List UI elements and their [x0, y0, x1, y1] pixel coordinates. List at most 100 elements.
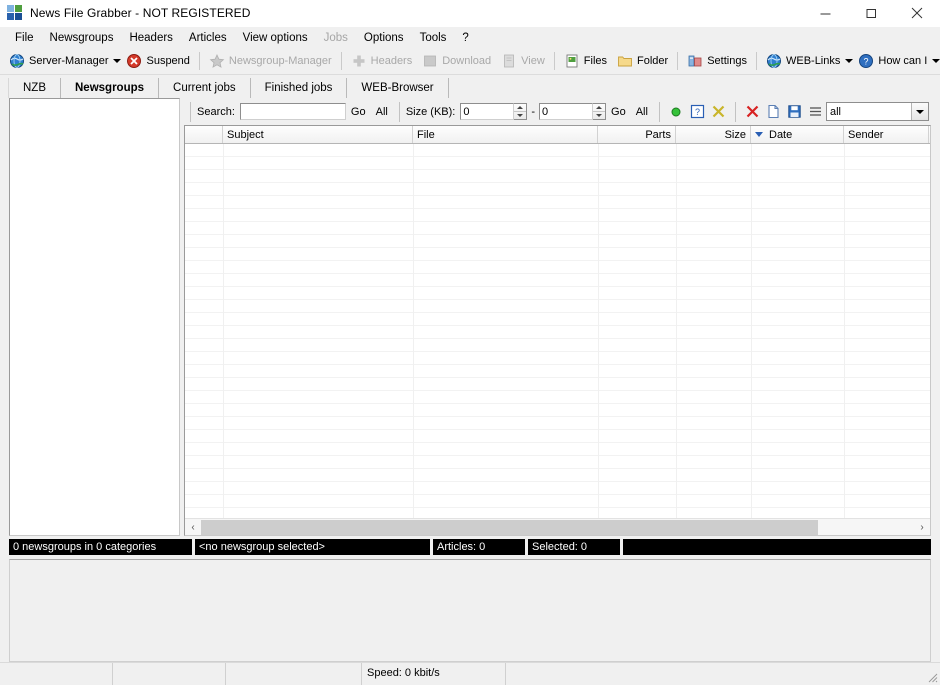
- server-manager-dropdown-arrow[interactable]: [113, 51, 122, 71]
- globe-icon: [9, 53, 25, 69]
- size-max-spin-up[interactable]: [593, 104, 605, 111]
- search-go-button[interactable]: Go: [346, 106, 371, 118]
- filter-combo-value: all: [829, 105, 841, 118]
- menu-headers[interactable]: Headers: [121, 29, 180, 47]
- minimize-button[interactable]: [802, 0, 848, 26]
- column-gridlines: [185, 144, 930, 518]
- size-max-spin-down[interactable]: [593, 111, 606, 119]
- search-all-button[interactable]: All: [371, 106, 393, 118]
- toolbar-how-can-i[interactable]: ? How can I: [853, 50, 932, 72]
- menu-options[interactable]: Options: [356, 29, 412, 47]
- horizontal-scrollbar[interactable]: ‹ ›: [185, 518, 930, 535]
- filter-separator-1: [398, 101, 400, 122]
- size-min-spin-up[interactable]: [514, 104, 526, 111]
- size-go-button[interactable]: Go: [606, 106, 631, 118]
- column-header-size[interactable]: Size: [676, 126, 751, 143]
- lower-preview-panel[interactable]: [9, 559, 931, 662]
- tab-current-jobs[interactable]: Current jobs: [159, 78, 251, 98]
- size-max-input[interactable]: [539, 103, 594, 120]
- toolbar-separator-2: [340, 52, 342, 70]
- sort-indicator-desc-icon: [755, 132, 763, 137]
- maximize-button[interactable]: [848, 0, 894, 26]
- toolbar-files-label: Files: [583, 55, 608, 67]
- menu-file[interactable]: File: [7, 29, 42, 47]
- cancel-yellow-x-icon[interactable]: [708, 101, 729, 122]
- column-header-subject[interactable]: Subject: [223, 126, 413, 143]
- scroll-thumb[interactable]: [201, 519, 818, 535]
- toolbar-separator-4: [677, 52, 679, 70]
- listview-header: Subject File Parts Size Date Sender: [185, 126, 930, 144]
- size-min-spin-buttons[interactable]: [514, 103, 528, 120]
- toolbar-suspend[interactable]: Suspend: [121, 50, 194, 72]
- size-label: Size (KB):: [405, 105, 456, 118]
- column-header-file[interactable]: File: [413, 126, 598, 143]
- toolbar-folder[interactable]: Folder: [612, 50, 673, 72]
- scroll-left-icon[interactable]: ‹: [185, 520, 201, 535]
- filter-combo[interactable]: all: [825, 102, 929, 121]
- size-min-stepper[interactable]: [460, 103, 528, 120]
- star-icon: [209, 53, 225, 69]
- filter-separator-3: [734, 101, 736, 122]
- size-min-input[interactable]: [460, 103, 515, 120]
- toolbar-separator-3: [553, 52, 555, 70]
- tab-web-browser[interactable]: WEB-Browser: [347, 78, 449, 98]
- bottom-status-bar: Speed: 0 kbit/s: [0, 662, 940, 685]
- menu-tools[interactable]: Tools: [412, 29, 455, 47]
- articles-pane: Search: Go All Size (KB): -: [184, 98, 931, 536]
- web-links-dropdown-arrow[interactable]: [845, 51, 854, 71]
- folder-icon: [617, 53, 633, 69]
- window-controls: [802, 0, 940, 26]
- menu-help[interactable]: ?: [454, 29, 476, 47]
- size-min-spin-down[interactable]: [514, 111, 527, 119]
- delete-red-x-icon[interactable]: [742, 101, 763, 122]
- articles-listview[interactable]: Subject File Parts Size Date Sender ‹ ›: [184, 125, 931, 536]
- column-header-blank[interactable]: [185, 126, 223, 143]
- toolbar-newsgroup-manager: Newsgroup-Manager: [204, 50, 337, 72]
- size-max-spin-buttons[interactable]: [593, 103, 607, 120]
- newsgroup-status-strip: 0 newsgroups in 0 categories <no newsgro…: [9, 539, 931, 555]
- menu-view-options[interactable]: View options: [235, 29, 316, 47]
- tab-nzb[interactable]: NZB: [8, 78, 61, 98]
- column-header-date[interactable]: Date: [751, 126, 844, 143]
- newsgroup-tree-panel[interactable]: [9, 98, 180, 536]
- statusbar-cell-2: [113, 663, 226, 685]
- size-max-stepper[interactable]: [539, 103, 607, 120]
- toolbar-web-links[interactable]: WEB-Links: [761, 50, 845, 72]
- scroll-track[interactable]: [201, 519, 914, 535]
- tab-newsgroups[interactable]: Newsgroups: [61, 78, 160, 98]
- statusbar-cell-1: [0, 663, 113, 685]
- column-header-sender[interactable]: Sender: [844, 126, 929, 143]
- app-tiles-icon: [7, 5, 23, 21]
- scroll-right-icon[interactable]: ›: [914, 520, 930, 535]
- suspend-icon: [126, 53, 142, 69]
- toolbar-server-manager[interactable]: Server-Manager: [4, 50, 113, 72]
- main-toolbar: Server-Manager Suspend Newsgroup-Manager: [0, 48, 940, 75]
- listview-body[interactable]: [185, 144, 930, 518]
- filter-separator-0: [190, 101, 191, 122]
- main-content: Search: Go All Size (KB): -: [0, 98, 940, 536]
- toolbar-server-manager-label: Server-Manager: [29, 55, 109, 67]
- filter-combo-arrow-icon[interactable]: [911, 103, 928, 120]
- toolbar-files[interactable]: Files: [559, 50, 612, 72]
- tab-finished-jobs[interactable]: Finished jobs: [251, 78, 348, 98]
- new-document-icon[interactable]: [763, 101, 784, 122]
- toolbar-view-label: View: [521, 55, 545, 67]
- status-green-dot-icon[interactable]: [666, 101, 687, 122]
- search-input[interactable]: [239, 103, 346, 120]
- menu-newsgroups[interactable]: Newsgroups: [42, 29, 122, 47]
- statusbar-cell-3: [226, 663, 362, 685]
- size-all-button[interactable]: All: [631, 106, 653, 118]
- how-can-i-dropdown-arrow[interactable]: [932, 51, 940, 71]
- resize-grip-icon[interactable]: [922, 663, 940, 685]
- files-icon: [564, 53, 580, 69]
- close-button[interactable]: [894, 0, 940, 26]
- menu-articles[interactable]: Articles: [181, 29, 235, 47]
- toolbar-headers-label: Headers: [370, 55, 413, 67]
- column-header-parts[interactable]: Parts: [598, 126, 676, 143]
- search-label: Search:: [197, 105, 235, 118]
- save-floppy-icon[interactable]: [784, 101, 805, 122]
- toolbar-settings-label: Settings: [707, 55, 747, 67]
- toolbar-settings[interactable]: Settings: [682, 50, 752, 72]
- help-question-icon[interactable]: ?: [687, 101, 708, 122]
- list-lines-icon[interactable]: [805, 101, 826, 122]
